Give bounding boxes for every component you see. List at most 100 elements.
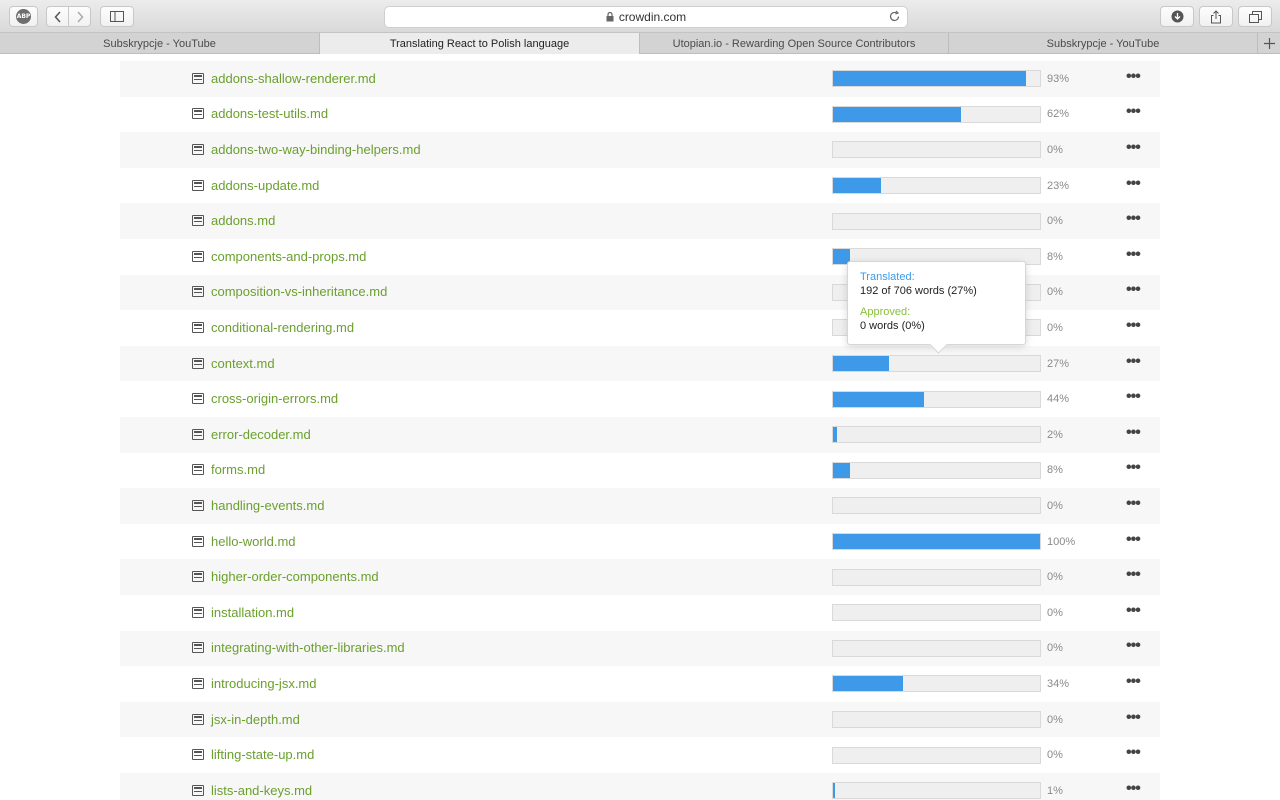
share-button[interactable] bbox=[1199, 6, 1233, 27]
file-row: introducing-jsx.md 34% ••• bbox=[120, 666, 1160, 702]
more-options-button[interactable]: ••• bbox=[1126, 459, 1141, 477]
more-options-button[interactable]: ••• bbox=[1126, 709, 1141, 727]
progress-bar[interactable] bbox=[832, 390, 1041, 408]
more-options-button[interactable]: ••• bbox=[1126, 744, 1141, 762]
tab-translating-react[interactable]: Translating React to Polish language bbox=[320, 33, 640, 54]
more-options-button[interactable]: ••• bbox=[1126, 246, 1141, 264]
progress-bar[interactable] bbox=[832, 568, 1041, 586]
file-link[interactable]: forms.md bbox=[211, 462, 265, 477]
file-link[interactable]: jsx-in-depth.md bbox=[211, 712, 300, 727]
file-link[interactable]: addons-shallow-renderer.md bbox=[211, 71, 376, 86]
file-link[interactable]: addons-test-utils.md bbox=[211, 106, 328, 121]
more-options-button[interactable]: ••• bbox=[1126, 566, 1141, 584]
progress-bar[interactable] bbox=[832, 355, 1041, 373]
progress-bar[interactable] bbox=[832, 105, 1041, 123]
file-link[interactable]: composition-vs-inheritance.md bbox=[211, 284, 387, 299]
tab-utopian[interactable]: Utopian.io - Rewarding Open Source Contr… bbox=[640, 33, 949, 54]
download-icon bbox=[1171, 10, 1183, 23]
file-link[interactable]: error-decoder.md bbox=[211, 427, 311, 442]
file-icon bbox=[192, 179, 204, 191]
progress-bar[interactable] bbox=[832, 639, 1041, 657]
file-link[interactable]: higher-order-components.md bbox=[211, 569, 379, 584]
more-options-button[interactable]: ••• bbox=[1126, 673, 1141, 691]
progress-bar[interactable] bbox=[832, 212, 1041, 230]
file-link[interactable]: addons-two-way-binding-helpers.md bbox=[211, 142, 421, 157]
more-options-button[interactable]: ••• bbox=[1126, 281, 1141, 299]
file-row: hello-world.md 100% ••• bbox=[120, 524, 1160, 560]
reload-icon[interactable] bbox=[888, 10, 901, 23]
address-bar[interactable]: crowdin.com bbox=[384, 6, 908, 28]
more-options-button[interactable]: ••• bbox=[1126, 424, 1141, 442]
plus-icon bbox=[1263, 38, 1275, 49]
file-icon bbox=[192, 642, 204, 654]
file-icon bbox=[192, 571, 204, 583]
more-options-button[interactable]: ••• bbox=[1126, 495, 1141, 513]
more-options-button[interactable]: ••• bbox=[1126, 317, 1141, 335]
file-link[interactable]: conditional-rendering.md bbox=[211, 320, 354, 335]
forward-button[interactable] bbox=[68, 7, 90, 26]
progress-percent: 44% bbox=[1047, 393, 1070, 406]
tab-bar: Subskrypcje - YouTube Translating React … bbox=[0, 33, 1280, 54]
file-row: jsx-in-depth.md 0% ••• bbox=[120, 701, 1160, 738]
more-options-button[interactable]: ••• bbox=[1126, 353, 1141, 371]
tab-label: Translating React to Polish language bbox=[389, 37, 570, 50]
file-icon bbox=[192, 535, 204, 547]
file-link[interactable]: integrating-with-other-libraries.md bbox=[211, 640, 405, 655]
progress-bar[interactable] bbox=[832, 675, 1041, 693]
progress-bar[interactable] bbox=[832, 70, 1041, 88]
new-tab-button[interactable] bbox=[1258, 33, 1280, 54]
progress-bar[interactable] bbox=[832, 746, 1041, 764]
file-link[interactable]: installation.md bbox=[211, 605, 294, 620]
file-link[interactable]: context.md bbox=[211, 356, 275, 371]
navigation-buttons bbox=[46, 6, 91, 27]
tab-subskrypcje-2[interactable]: Subskrypcje - YouTube bbox=[949, 33, 1258, 54]
more-options-button[interactable]: ••• bbox=[1126, 139, 1141, 157]
more-options-button[interactable]: ••• bbox=[1126, 388, 1141, 406]
file-link[interactable]: addons.md bbox=[211, 213, 275, 228]
more-options-button[interactable]: ••• bbox=[1126, 602, 1141, 620]
file-icon bbox=[192, 713, 204, 725]
file-row: lifting-state-up.md 0% ••• bbox=[120, 737, 1160, 773]
progress-bar-fill bbox=[833, 676, 904, 692]
progress-bar[interactable] bbox=[832, 604, 1041, 622]
adblock-button[interactable]: ABP bbox=[9, 6, 38, 27]
progress-bar-fill bbox=[833, 391, 925, 407]
file-link[interactable]: introducing-jsx.md bbox=[211, 676, 317, 691]
progress-bar[interactable] bbox=[832, 782, 1041, 800]
file-icon bbox=[192, 357, 204, 369]
downloads-button[interactable] bbox=[1160, 6, 1194, 27]
file-row: addons.md 0% ••• bbox=[120, 203, 1160, 239]
progress-tooltip: Translated: 192 of 706 words (27%) Appro… bbox=[847, 261, 1026, 345]
progress-bar[interactable] bbox=[832, 426, 1041, 444]
file-link[interactable]: addons-update.md bbox=[211, 178, 319, 193]
more-options-button[interactable]: ••• bbox=[1126, 531, 1141, 549]
file-row: forms.md 8% ••• bbox=[120, 453, 1160, 489]
file-row: integrating-with-other-libraries.md 0% ••• bbox=[120, 630, 1160, 667]
more-options-button[interactable]: ••• bbox=[1126, 210, 1141, 228]
more-options-button[interactable]: ••• bbox=[1126, 103, 1141, 121]
more-options-button[interactable]: ••• bbox=[1126, 780, 1141, 798]
progress-bar[interactable] bbox=[832, 497, 1041, 515]
back-button[interactable] bbox=[47, 7, 68, 26]
progress-bar[interactable] bbox=[832, 141, 1041, 159]
chevron-right-icon bbox=[77, 10, 84, 23]
progress-bar[interactable] bbox=[832, 533, 1041, 551]
file-link[interactable]: cross-origin-errors.md bbox=[211, 391, 338, 406]
progress-bar[interactable] bbox=[832, 461, 1041, 479]
file-link[interactable]: lists-and-keys.md bbox=[211, 783, 312, 798]
sidebar-toggle-button[interactable] bbox=[100, 6, 134, 27]
progress-bar[interactable] bbox=[832, 711, 1041, 729]
file-link[interactable]: handling-events.md bbox=[211, 498, 324, 513]
tab-overview-button[interactable] bbox=[1238, 6, 1272, 27]
file-link[interactable]: components-and-props.md bbox=[211, 249, 366, 264]
file-link[interactable]: lifting-state-up.md bbox=[211, 747, 314, 762]
more-options-button[interactable]: ••• bbox=[1126, 68, 1141, 86]
share-icon bbox=[1211, 9, 1221, 23]
tab-subskrypcje-1[interactable]: Subskrypcje - YouTube bbox=[0, 33, 320, 54]
file-row: installation.md 0% ••• bbox=[120, 595, 1160, 631]
progress-bar[interactable] bbox=[832, 177, 1041, 195]
progress-percent: 34% bbox=[1047, 677, 1070, 690]
more-options-button[interactable]: ••• bbox=[1126, 175, 1141, 193]
file-link[interactable]: hello-world.md bbox=[211, 534, 296, 549]
more-options-button[interactable]: ••• bbox=[1126, 637, 1141, 655]
